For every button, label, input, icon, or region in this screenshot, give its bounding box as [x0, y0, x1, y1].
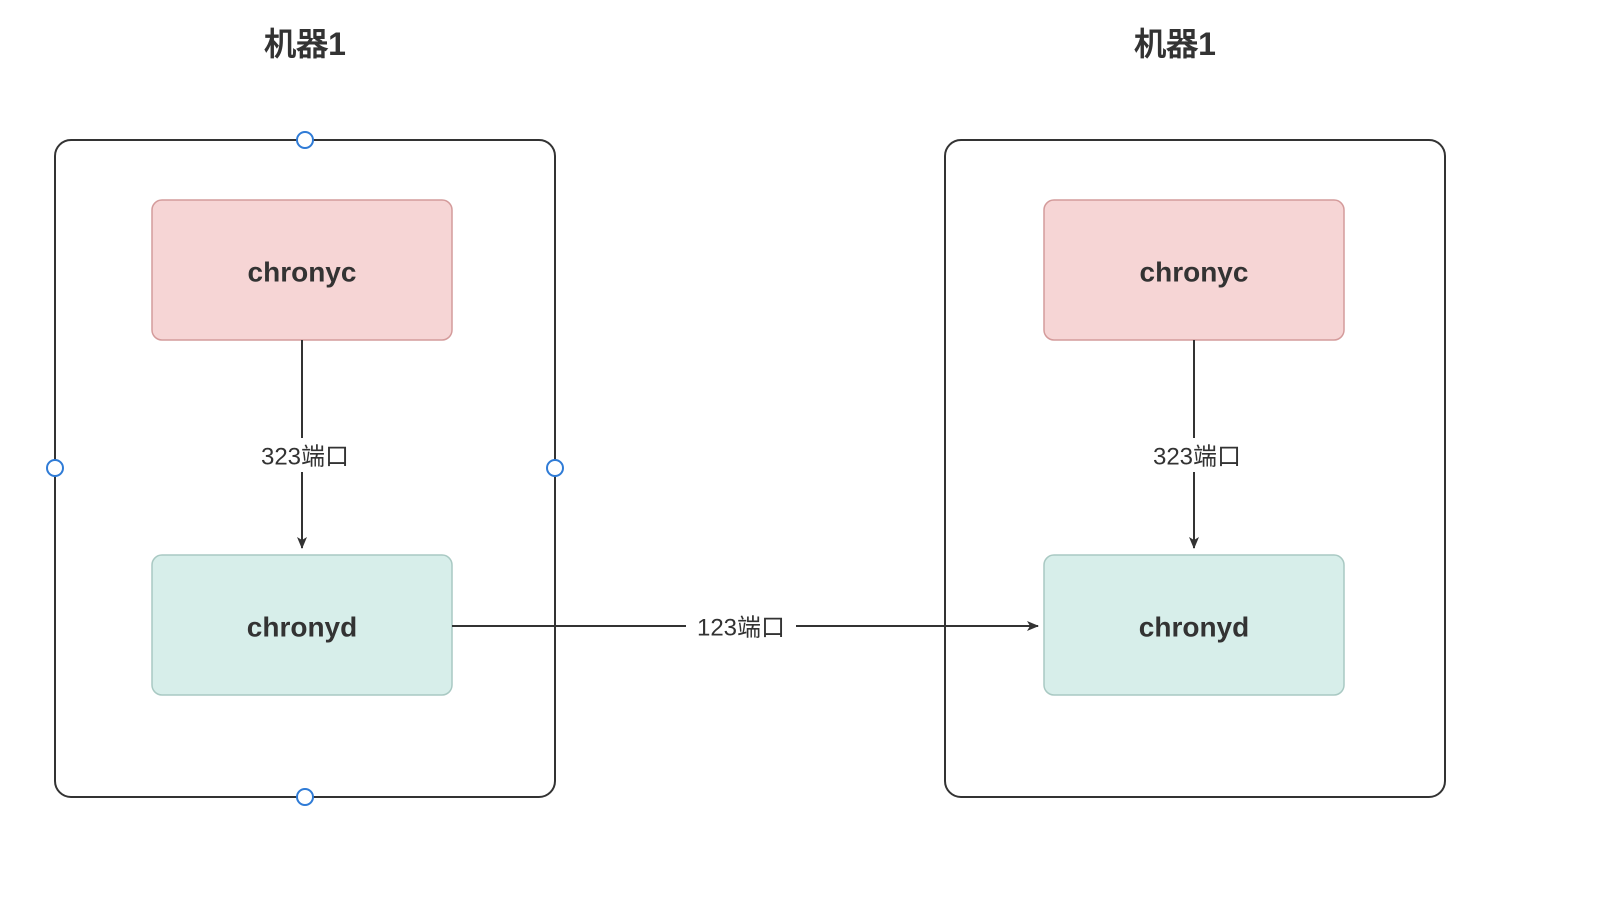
cross-edge[interactable]: 123端口 — [452, 608, 1038, 644]
machine1-chronyc-node[interactable]: chronyc — [152, 200, 452, 340]
machine2-internal-edge[interactable]: 323端口 — [1144, 340, 1250, 548]
machine1-chronyd-node[interactable]: chronyd — [152, 555, 452, 695]
machine1-internal-edge-label: 323端口 — [261, 443, 349, 470]
machine2-chronyd-label: chronyd — [1139, 611, 1249, 642]
machine1-title: 机器1 — [264, 26, 346, 62]
machine2-title: 机器1 — [1134, 26, 1216, 62]
machine2-chronyc-node[interactable]: chronyc — [1044, 200, 1344, 340]
selection-handle-left[interactable] — [47, 460, 63, 476]
cross-edge-label: 123端口 — [697, 614, 785, 641]
machine2-chronyd-node[interactable]: chronyd — [1044, 555, 1344, 695]
machine2-internal-edge-label: 323端口 — [1153, 443, 1241, 470]
diagram-canvas[interactable]: 机器1 机器1 chronyc chronyd 323端口 chronyc ch… — [0, 0, 1599, 907]
selection-handle-bottom[interactable] — [297, 789, 313, 805]
machine1-chronyd-label: chronyd — [247, 611, 357, 642]
selection-handle-right[interactable] — [547, 460, 563, 476]
machine2-chronyc-label: chronyc — [1140, 256, 1249, 287]
selection-handle-top[interactable] — [297, 132, 313, 148]
machine1-chronyc-label: chronyc — [248, 256, 357, 287]
machine1-internal-edge[interactable]: 323端口 — [252, 340, 358, 548]
